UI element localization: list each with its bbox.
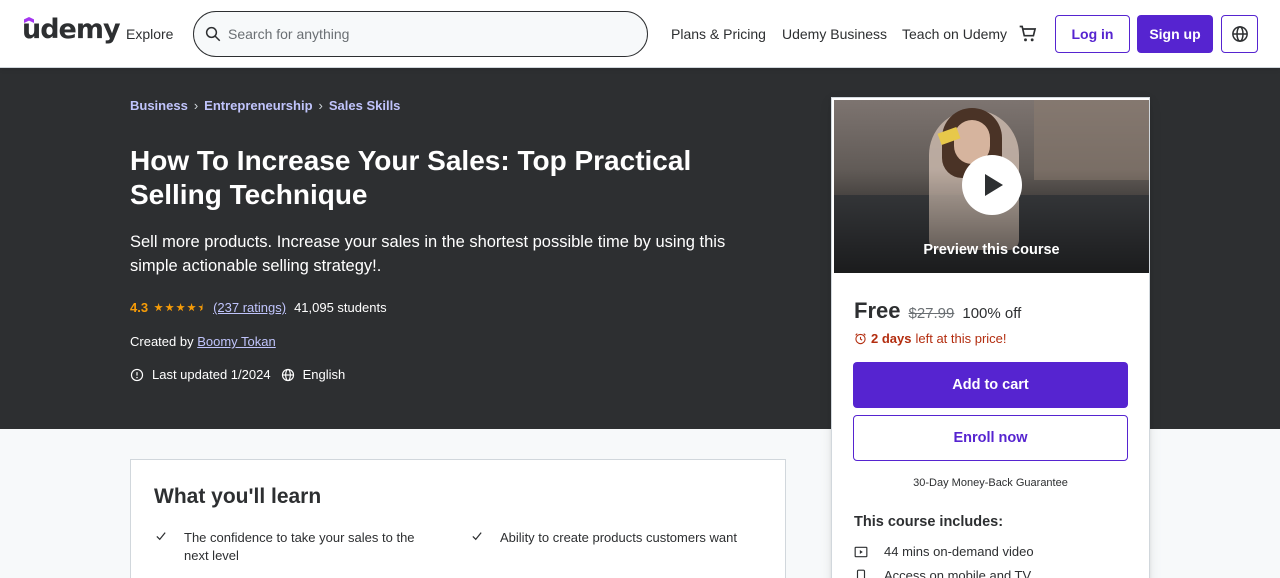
globe-icon [281,368,294,381]
star-icon [176,303,185,312]
learn-title: What you'll learn [154,485,322,508]
created-by-label: Created by [130,334,194,349]
video-icon [854,546,868,557]
chevron-right-icon: › [318,98,323,113]
includes-mobile: Access on mobile and TV [884,568,1032,578]
instructor-link[interactable]: Boomy Tokan [197,334,276,349]
learn-item-text: The confidence to take your sales to the… [184,530,415,563]
includes-video: 44 mins on-demand video [884,544,1034,559]
plans-pricing-link[interactable]: Plans & Pricing [671,26,766,42]
breadcrumb-sales-skills[interactable]: Sales Skills [329,98,401,113]
what-you-learn-box: What you'll learn The confidence to take… [130,459,786,578]
rating-row: 4.3 (237 ratings) 41,095 students [130,300,387,315]
purchase-card: Preview this course Free $27.99 100% off… [831,97,1150,578]
star-icon [154,303,163,312]
list-item: The confidence to take your sales to the… [154,529,434,565]
teach-on-udemy-link[interactable]: Teach on Udemy [902,26,1007,42]
breadcrumb-business[interactable]: Business [130,98,188,113]
timer-text: left at this price! [915,331,1007,346]
students-count: 41,095 students [294,300,387,315]
half-star-icon [198,303,207,312]
preview-label: Preview this course [923,242,1060,258]
search-bar[interactable] [193,11,648,57]
rating-value: 4.3 [130,300,149,315]
language-button[interactable] [1221,15,1258,53]
course-meta: Last updated 1/2024 English [130,367,345,382]
udemy-business-link[interactable]: Udemy Business [782,26,887,42]
breadcrumb-entrepreneurship[interactable]: Entrepreneurship [204,98,312,113]
current-price: Free [854,298,901,323]
last-updated: Last updated 1/2024 [152,367,271,382]
explore-link[interactable]: Explore [126,26,173,42]
globe-icon [1232,26,1248,42]
includes-title: This course includes: [854,514,1004,530]
learn-item-text: Ability to create products customers wan… [500,530,737,545]
alarm-clock-icon [855,333,866,345]
course-title: How To Increase Your Sales: Top Practica… [130,145,692,210]
search-input[interactable] [228,23,628,45]
star-icon [165,303,174,312]
includes-item: Access on mobile and TV [854,568,1031,578]
play-icon [985,174,1003,196]
play-button[interactable] [962,155,1022,215]
login-button[interactable]: Log in [1055,15,1130,53]
check-icon [472,532,482,541]
timer-days: 2 days [871,331,912,346]
enroll-now-button[interactable]: Enroll now [853,415,1128,461]
original-price: $27.99 [908,305,955,322]
signup-button[interactable]: Sign up [1137,15,1213,53]
cart-icon[interactable] [1018,24,1038,44]
mobile-icon [856,569,866,578]
language-info: English [281,367,346,382]
course-preview-video[interactable]: Preview this course [834,100,1149,273]
ratings-count-link[interactable]: (237 ratings) [213,300,286,315]
list-item: Ability to create products customers wan… [470,529,750,547]
check-icon [156,532,166,541]
discount-percent: 100% off [962,305,1022,322]
price-row: Free $27.99 100% off [854,298,1021,324]
price-timer: 2 days left at this price! [854,331,1007,346]
add-to-cart-button[interactable]: Add to cart [853,362,1128,408]
top-navbar: udemy Explore Plans & Pricing Udemy Busi… [0,0,1280,68]
chevron-right-icon: › [193,98,199,113]
includes-item: 44 mins on-demand video [854,544,1034,559]
alert-clock-icon [130,368,144,381]
search-icon[interactable] [204,25,222,43]
star-icon [187,303,196,312]
breadcrumb: Business › Entrepreneurship › Sales Skills [130,98,400,113]
money-back-guarantee: 30-Day Money-Back Guarantee [913,477,1068,489]
udemy-logo[interactable]: udemy [22,14,121,45]
course-language: English [302,367,346,382]
created-by: Created by Boomy Tokan [130,334,276,349]
rating-stars [154,303,207,312]
course-subtitle: Sell more products. Increase your sales … [130,233,726,275]
